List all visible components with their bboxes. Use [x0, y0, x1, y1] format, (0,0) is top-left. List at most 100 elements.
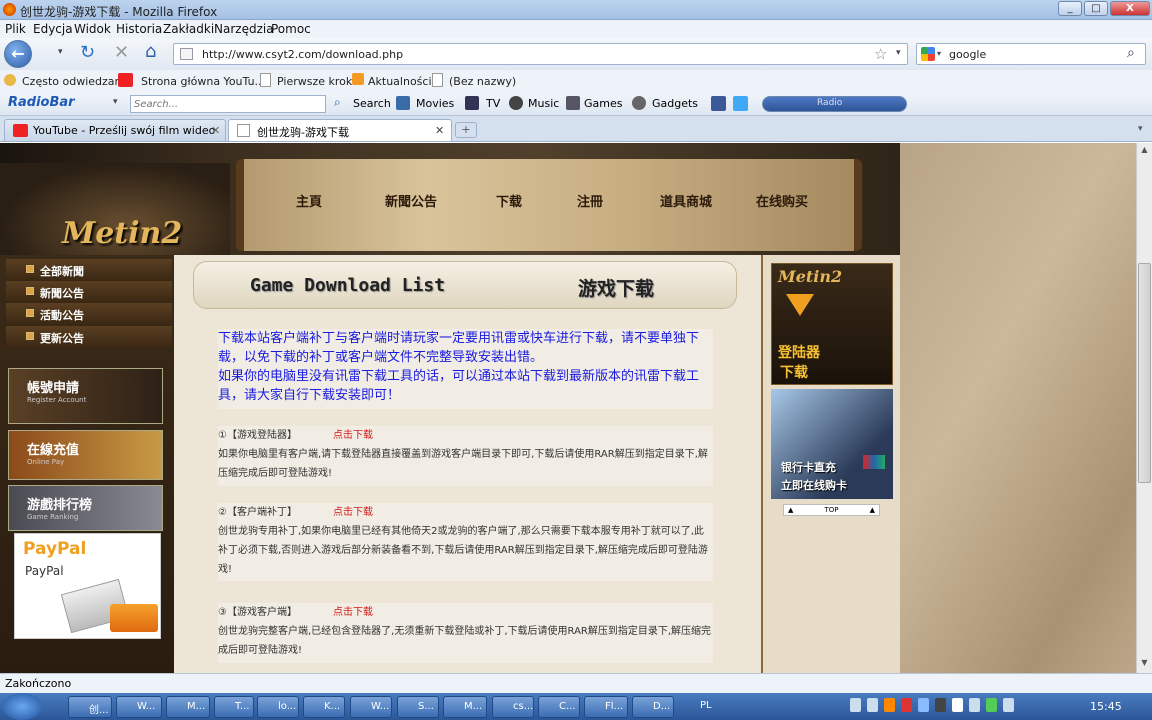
- network-icon[interactable]: [969, 698, 980, 712]
- google-icon[interactable]: [921, 47, 935, 61]
- twitter-icon[interactable]: [733, 96, 748, 111]
- tray-icon[interactable]: [867, 698, 878, 712]
- radiobar-search-button[interactable]: Search: [353, 97, 391, 110]
- bookmark-most-visited[interactable]: Często odwiedzane: [22, 75, 128, 88]
- taskbar-item[interactable]: cs...: [492, 696, 534, 718]
- taskbar-item[interactable]: T...: [214, 696, 254, 718]
- download-link[interactable]: 点击下载: [333, 603, 373, 622]
- bank-card-banner[interactable]: 银行卡直充 立即在线购卡: [771, 389, 893, 499]
- taskbar-item[interactable]: C...: [538, 696, 580, 718]
- volume-icon[interactable]: [1003, 698, 1014, 712]
- bullet-icon: [26, 265, 34, 273]
- nav-buy-online[interactable]: 在线购买: [756, 191, 808, 210]
- back-to-top-button[interactable]: ▲ TOP ▲: [783, 504, 880, 516]
- reload-icon[interactable]: ↻: [80, 42, 95, 63]
- menu-widok[interactable]: Widok: [74, 22, 111, 36]
- tab-close-icon[interactable]: ✕: [211, 124, 220, 137]
- radiobar-tv-button[interactable]: TV: [486, 97, 500, 110]
- download-link[interactable]: 点击下载: [333, 426, 373, 445]
- menu-pomoc[interactable]: Pomoc: [271, 22, 311, 36]
- menu-zakladki[interactable]: Zakładki: [163, 22, 214, 36]
- minimize-button[interactable]: _: [1058, 1, 1082, 16]
- left-menu-events[interactable]: 活動公告: [6, 303, 172, 325]
- engine-dropdown-icon[interactable]: ▾: [937, 49, 941, 58]
- language-indicator[interactable]: PL: [700, 700, 712, 711]
- tab-game-download[interactable]: 创世龙驹-游戏下载 ✕: [228, 119, 452, 141]
- game-ranking-banner[interactable]: 游戲排行榜 Game Ranking: [8, 485, 163, 531]
- new-tab-button[interactable]: +: [455, 122, 477, 138]
- taskbar-item[interactable]: W...: [116, 696, 162, 718]
- radiobar-search-input[interactable]: [130, 95, 326, 113]
- online-pay-banner[interactable]: 在線充值 Online Pay: [8, 430, 163, 480]
- metin2-logo[interactable]: Metin2: [62, 216, 182, 251]
- register-account-banner[interactable]: 帳號申請 Register Account: [8, 368, 163, 424]
- start-button[interactable]: [2, 693, 42, 720]
- radiobar-movies-button[interactable]: Movies: [416, 97, 454, 110]
- firefox-icon: [3, 3, 16, 16]
- nav-item-mall[interactable]: 道具商城: [660, 191, 712, 210]
- nav-download[interactable]: 下载: [496, 191, 522, 210]
- facebook-icon[interactable]: [711, 96, 726, 111]
- home-icon[interactable]: ⌂: [145, 41, 156, 62]
- launcher-download-banner[interactable]: Metin2 登陆器 下载: [771, 263, 893, 385]
- taskbar-item[interactable]: S...: [397, 696, 439, 718]
- taskbar-item[interactable]: W...: [350, 696, 392, 718]
- tray-icon[interactable]: [935, 698, 946, 712]
- back-arrow-icon[interactable]: ←: [4, 40, 32, 68]
- url-dropdown-icon[interactable]: ▾: [896, 48, 901, 58]
- bookmark-first-steps[interactable]: Pierwsze kroki: [277, 75, 355, 88]
- menu-edycja[interactable]: Edycja: [33, 22, 73, 36]
- taskbar-item[interactable]: 创...: [68, 696, 112, 718]
- menu-plik[interactable]: Plik: [5, 22, 26, 36]
- clock[interactable]: 15:45: [1090, 700, 1122, 713]
- scroll-thumb[interactable]: [1138, 263, 1151, 483]
- radiobar-menu-dropdown-icon[interactable]: ▾: [113, 97, 118, 107]
- tab-youtube[interactable]: YouTube - Prześlij swój film wideo ✕: [4, 119, 226, 141]
- menu-historia[interactable]: Historia: [116, 22, 162, 36]
- bookmark-youtube[interactable]: Strona główna YouTu...: [141, 75, 265, 88]
- scroll-down-icon[interactable]: ▼: [1138, 658, 1151, 671]
- paypal-banner[interactable]: PayPal PayPal: [14, 533, 161, 639]
- taskbar-item[interactable]: D...: [632, 696, 674, 718]
- search-icon[interactable]: ⌕: [1127, 45, 1135, 61]
- left-menu-updates[interactable]: 更新公告: [6, 326, 172, 348]
- taskbar-item[interactable]: K...: [303, 696, 345, 718]
- nav-register[interactable]: 注冊: [577, 191, 603, 210]
- download-link[interactable]: 点击下载: [333, 503, 373, 522]
- address-bar[interactable]: http://www.csyt2.com/download.php ☆ ▾: [173, 43, 908, 65]
- nav-home[interactable]: 主頁: [296, 191, 322, 210]
- radiobar-gadgets-button[interactable]: Gadgets: [652, 97, 698, 110]
- tab-list-icon[interactable]: ▾: [1138, 124, 1143, 134]
- scroll-up-icon[interactable]: ▲: [1138, 145, 1151, 158]
- bookmark-unnamed[interactable]: (Bez nazwy): [449, 75, 516, 88]
- tray-icon[interactable]: [986, 698, 997, 712]
- bookmark-star-icon[interactable]: ☆: [874, 45, 887, 63]
- taskbar-item[interactable]: Fl...: [584, 696, 628, 718]
- vertical-scrollbar[interactable]: ▲ ▼: [1136, 143, 1152, 673]
- left-menu-news[interactable]: 新聞公告: [6, 281, 172, 303]
- taskbar-item[interactable]: M...: [443, 696, 487, 718]
- radiobar-logo[interactable]: RadioBar: [8, 95, 75, 110]
- stop-icon[interactable]: ✕: [114, 42, 129, 63]
- close-button[interactable]: X: [1110, 1, 1150, 16]
- search-input[interactable]: google: [949, 48, 986, 61]
- tray-icon[interactable]: [918, 698, 929, 712]
- radiobar-music-button[interactable]: Music: [528, 97, 559, 110]
- menu-narzedzia[interactable]: Narzędzia: [214, 22, 274, 36]
- search-box[interactable]: ▾ google ⌕: [916, 43, 1146, 65]
- bookmark-news[interactable]: Aktualności: [368, 75, 432, 88]
- tab-close-icon[interactable]: ✕: [435, 124, 444, 137]
- taskbar-item[interactable]: lo...: [257, 696, 299, 718]
- radio-player[interactable]: Radio: [762, 96, 907, 112]
- radiobar-games-button[interactable]: Games: [584, 97, 622, 110]
- history-dropdown-icon[interactable]: ▾: [58, 47, 63, 57]
- tray-icon[interactable]: [884, 698, 895, 712]
- nav-news[interactable]: 新聞公告: [385, 191, 437, 210]
- maximize-button[interactable]: □: [1084, 1, 1108, 16]
- flag-icon[interactable]: [952, 698, 963, 712]
- tray-icon[interactable]: [901, 698, 912, 712]
- tray-icon[interactable]: [850, 698, 861, 712]
- url-text[interactable]: http://www.csyt2.com/download.php: [202, 48, 403, 61]
- left-menu-all-news[interactable]: 全部新聞: [6, 259, 172, 281]
- taskbar-item[interactable]: M...: [166, 696, 210, 718]
